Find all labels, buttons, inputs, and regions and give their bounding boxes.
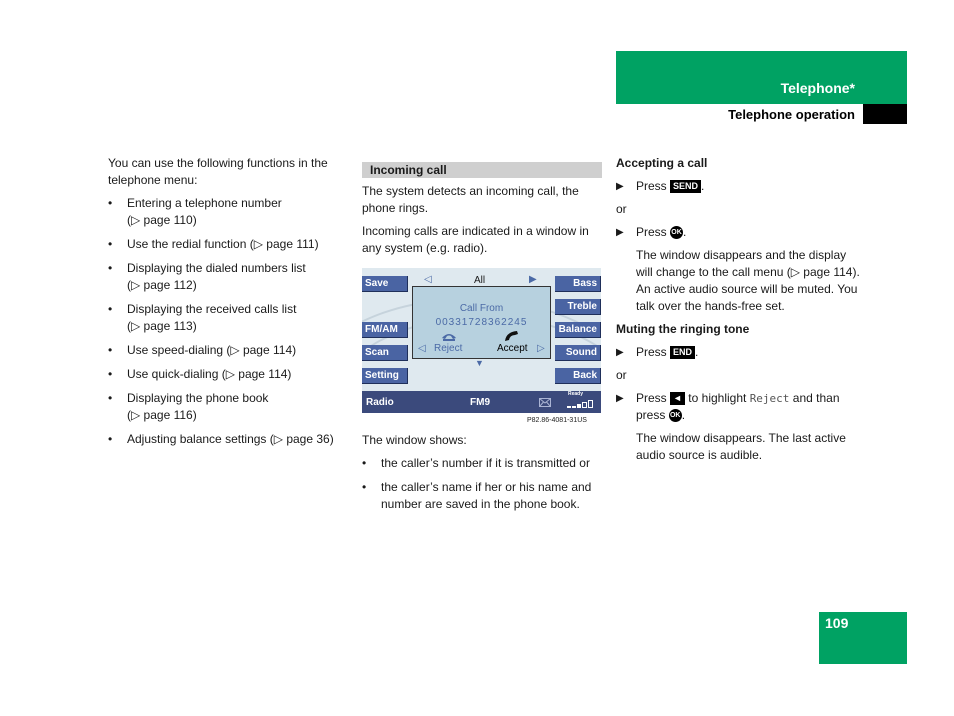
hang-up-icon bbox=[442, 334, 456, 341]
accepting-call-heading: Accepting a call bbox=[616, 156, 708, 170]
accept-result-text: The window disappears and the display wi… bbox=[636, 248, 860, 313]
step-press-send: ▶ Press SEND. bbox=[616, 179, 705, 194]
subsection-title: Telephone operation bbox=[728, 107, 855, 122]
screen-button-save[interactable]: Save bbox=[362, 276, 408, 292]
page-number: 109 bbox=[825, 615, 849, 631]
muting-heading: Muting the ringing tone bbox=[616, 322, 750, 336]
page-link[interactable]: (▷ page 110) bbox=[127, 213, 197, 227]
window-content-list: the caller’s number if it is transmitted… bbox=[362, 455, 602, 513]
incoming-call-screen-figure: ◁ All ▶ Save FM/AM Scan Setting Bass Tre… bbox=[362, 268, 601, 413]
status-source: Radio bbox=[366, 397, 394, 408]
page-link[interactable]: (▷ page 113) bbox=[127, 319, 197, 333]
or-text: or bbox=[616, 202, 627, 216]
window-shows-block: The window shows: the caller’s number if… bbox=[362, 432, 602, 520]
screen-button-setting[interactable]: Setting bbox=[362, 368, 408, 384]
figure-caption: P82.86-4081-31US bbox=[527, 417, 587, 424]
step-arrow-icon: ▶ bbox=[616, 393, 624, 404]
paragraph: Incoming calls are indicated in a window… bbox=[362, 224, 589, 255]
status-station: FM9 bbox=[470, 397, 490, 408]
incoming-call-popup: Call From 00331728362245 ◁ Reject Accept… bbox=[412, 286, 551, 359]
screen-button-balance[interactable]: Balance bbox=[555, 322, 601, 338]
list-item: Displaying the dialed numbers list(▷ pag… bbox=[108, 260, 353, 294]
reject-term: Reject bbox=[749, 392, 790, 405]
right-arrow-icon[interactable]: ▶ bbox=[529, 274, 537, 285]
list-item: Entering a telephone number(▷ page 110) bbox=[108, 195, 353, 229]
list-item: the caller’s number if it is transmitted… bbox=[362, 455, 602, 472]
ok-key-icon: OK bbox=[668, 409, 682, 423]
list-item: Use quick-dialing (▷ page 114) bbox=[108, 366, 353, 383]
step-arrow-icon: ▶ bbox=[616, 181, 624, 192]
page-link[interactable]: (▷ page 112) bbox=[127, 278, 197, 292]
screen-button-fm-am[interactable]: FM/AM bbox=[362, 322, 408, 338]
ready-label: Ready bbox=[568, 391, 584, 397]
column-incoming-call: Incoming call The system detects an inco… bbox=[362, 162, 602, 263]
header-black-tab bbox=[863, 104, 907, 124]
section-title: Telephone* bbox=[780, 80, 855, 96]
function-list: Entering a telephone number(▷ page 110) … bbox=[108, 195, 353, 448]
left-key-icon: ◄ bbox=[670, 392, 685, 406]
section-heading-bar: Incoming call bbox=[362, 162, 602, 178]
step-press-ok: ▶ Press OK. bbox=[616, 225, 687, 240]
screen-button-treble[interactable]: Treble bbox=[555, 299, 601, 315]
screen-button-scan[interactable]: Scan bbox=[362, 345, 408, 361]
step-arrow-icon: ▶ bbox=[616, 227, 624, 238]
paragraph: The window shows: bbox=[362, 433, 467, 447]
screen-button-bass[interactable]: Bass bbox=[555, 276, 601, 292]
step-highlight-reject: ▶ Press ◄ to highlight Reject and than p… bbox=[616, 391, 840, 423]
mute-result-text: The window disappears. The last active a… bbox=[636, 431, 846, 462]
step-press-end: ▶ Press END. bbox=[616, 345, 699, 360]
end-key-icon: END bbox=[670, 346, 696, 360]
category-label: All bbox=[474, 275, 486, 286]
accept-option[interactable]: Accept bbox=[497, 343, 528, 354]
step-arrow-icon: ▶ bbox=[616, 347, 624, 358]
paragraph: The system detects an incoming call, the… bbox=[362, 184, 579, 215]
screen-status-bar: Radio FM9 Ready bbox=[362, 391, 601, 413]
column-functions: You can use the following functions in t… bbox=[108, 155, 353, 455]
ok-key-icon: OK bbox=[670, 226, 684, 240]
header-green-block bbox=[616, 51, 907, 104]
send-key-icon: SEND bbox=[670, 180, 702, 194]
column-call-actions: Accepting a call ▶ Press SEND. or ▶ Pres… bbox=[616, 155, 861, 470]
list-item: Use speed-dialing (▷ page 114) bbox=[108, 342, 353, 359]
reject-arrow-icon: ◁ bbox=[418, 343, 426, 354]
left-arrow-icon[interactable]: ◁ bbox=[424, 274, 432, 285]
down-arrow-icon[interactable]: ▼ bbox=[475, 358, 484, 368]
pick-up-icon bbox=[505, 331, 518, 341]
message-envelope-icon bbox=[539, 398, 551, 407]
intro-text: You can use the following functions in t… bbox=[108, 156, 328, 187]
or-text: or bbox=[616, 368, 627, 382]
list-item: Displaying the phone book(▷ page 116) bbox=[108, 390, 353, 424]
screen-button-back[interactable]: Back bbox=[555, 368, 601, 384]
caller-number: 00331728362245 bbox=[435, 317, 528, 328]
list-item: Use the redial function (▷ page 111) bbox=[108, 236, 353, 253]
reject-option[interactable]: Reject bbox=[434, 343, 462, 354]
accept-arrow-icon: ▷ bbox=[537, 343, 545, 354]
popup-title: Call From bbox=[459, 303, 504, 314]
list-item: the caller’s name if her or his name and… bbox=[362, 479, 602, 513]
list-item: Displaying the received calls list(▷ pag… bbox=[108, 301, 353, 335]
screen-button-sound[interactable]: Sound bbox=[555, 345, 601, 361]
signal-strength-icon bbox=[567, 400, 593, 408]
page-link[interactable]: (▷ page 116) bbox=[127, 408, 197, 422]
list-item: Adjusting balance settings (▷ page 36) bbox=[108, 431, 353, 448]
